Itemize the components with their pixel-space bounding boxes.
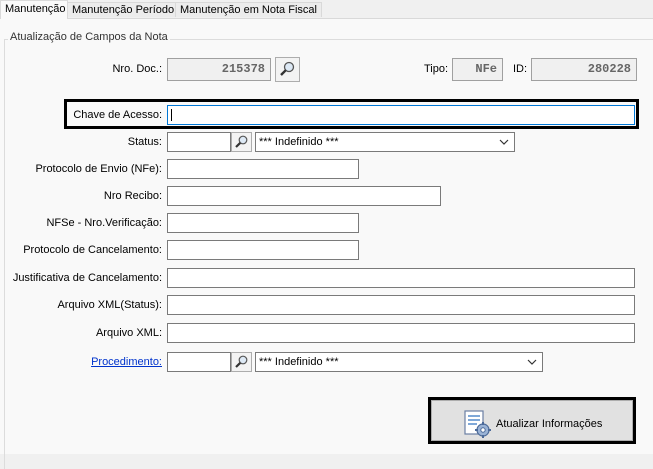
protocolo-envio-label: Protocolo de Envio (NFe): (35, 163, 162, 175)
tipo-field: NFe (452, 58, 503, 81)
nro-doc-label: Nro. Doc.: (112, 63, 162, 75)
protocolo-envio-input[interactable] (167, 159, 359, 179)
arquivo-xml-status-input[interactable] (167, 295, 635, 315)
arquivo-xml-status-label: Arquivo XML(Status): (57, 299, 162, 311)
tab-bar: Manutenção Período Manutenção em Nota Fi… (0, 0, 653, 19)
justificativa-cancelamento-label: Justificativa de Cancelamento: (12, 272, 162, 284)
update-information-button[interactable]: Atualizar Informações (431, 400, 633, 441)
procedimento-dropdown[interactable]: *** Indefinido *** (255, 352, 543, 372)
tab-panel (0, 18, 653, 469)
status-dropdown[interactable]: *** Indefinido *** (255, 132, 515, 152)
nfse-verificacao-label: NFSe - Nro.Verificação: (46, 217, 162, 229)
procedimento-link[interactable]: Procedimento: (60, 352, 162, 372)
search-icon (235, 135, 248, 148)
arquivo-xml-input[interactable] (167, 323, 635, 343)
group-title: Atualização de Campos da Nota (8, 31, 170, 43)
nro-doc-field: 215378 (167, 58, 271, 81)
id-label: ID: (512, 63, 527, 75)
protocolo-cancelamento-label: Protocolo de Cancelamento: (23, 244, 162, 256)
nfse-verificacao-input[interactable] (167, 213, 359, 233)
procedimento-code-input[interactable] (167, 352, 231, 372)
justificativa-cancelamento-input[interactable] (167, 268, 635, 288)
tab-manutencao[interactable]: Manutenção (0, 0, 68, 19)
nro-recibo-label: Nro Recibo: (103, 190, 162, 202)
text-caret (171, 109, 172, 121)
protocolo-cancelamento-input[interactable] (167, 240, 359, 260)
arquivo-xml-label: Arquivo XML: (95, 327, 162, 339)
nro-doc-search-button[interactable] (275, 57, 300, 82)
update-button-label: Atualizar Informações (496, 418, 603, 430)
chevron-down-icon (527, 359, 537, 365)
chave-acesso-input[interactable] (167, 105, 635, 125)
chevron-down-icon (499, 139, 509, 145)
tab-manutencao-nota-fiscal[interactable]: Manutenção em Nota Fiscal (175, 2, 322, 17)
status-search-button[interactable] (231, 132, 252, 152)
procedimento-selected-value: *** Indefinido *** (259, 356, 339, 368)
search-icon (280, 61, 295, 76)
tipo-label: Tipo: (423, 63, 448, 75)
status-selected-value: *** Indefinido *** (259, 136, 339, 148)
chave-acesso-label: Chave de Acesso: (73, 109, 162, 121)
procedimento-search-button[interactable] (231, 352, 252, 372)
search-icon (235, 355, 248, 368)
update-button-highlight: Atualizar Informações (428, 397, 636, 444)
nro-recibo-input[interactable] (167, 186, 441, 206)
status-code-input[interactable] (167, 132, 231, 152)
id-field: 280228 (531, 58, 637, 81)
status-label: Status: (127, 136, 162, 148)
tab-manutencao-periodo[interactable]: Manutenção Período (67, 2, 180, 17)
document-gear-icon (464, 410, 491, 438)
